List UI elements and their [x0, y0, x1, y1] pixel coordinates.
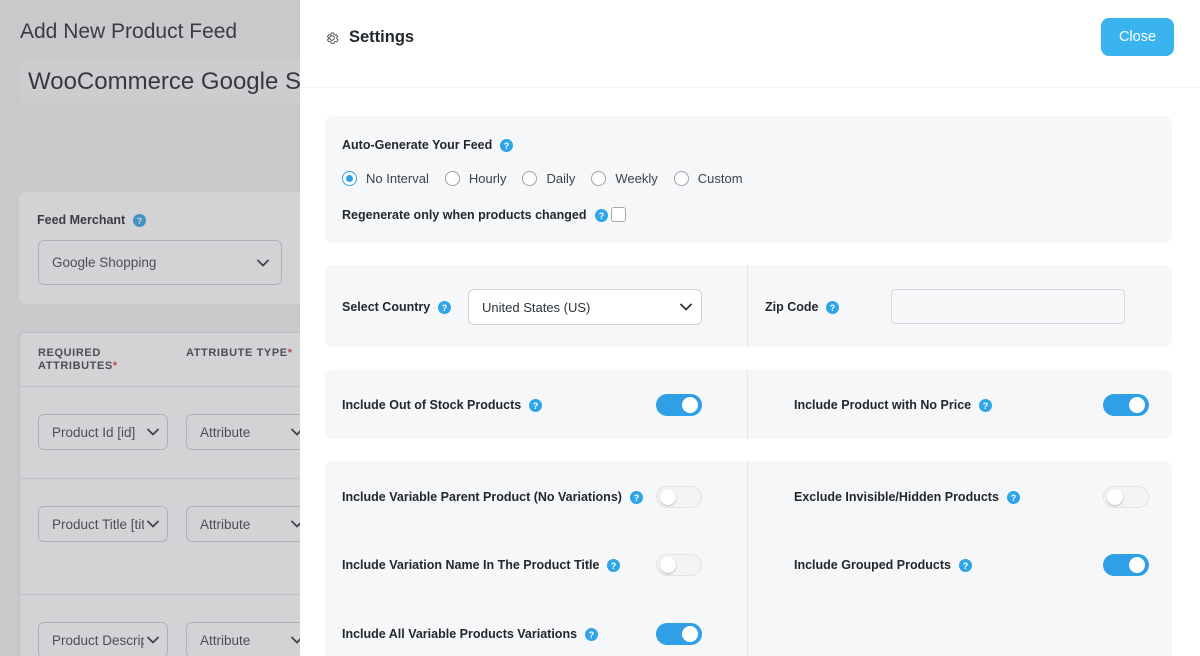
drawer-title: Settings: [324, 28, 414, 47]
exclude-hidden-toggle[interactable]: [1103, 486, 1149, 508]
label-text: Include Variation Name In The Product Ti…: [342, 558, 600, 572]
out-of-stock-toggle[interactable]: [656, 394, 702, 416]
toggle-knob: [1129, 557, 1145, 573]
label-text: Include All Variable Products Variations: [342, 627, 578, 641]
label-text: Include Variable Parent Product (No Vari…: [342, 490, 622, 504]
out-of-stock-label: Include Out of Stock Products ?: [342, 398, 543, 412]
no-price-toggle[interactable]: [1103, 394, 1149, 416]
divider: [747, 461, 748, 656]
label-text: Include Out of Stock Products: [342, 398, 522, 412]
variable-parent-label: Include Variable Parent Product (No Vari…: [342, 490, 643, 504]
svg-text:?: ?: [983, 401, 989, 410]
radio-weekly[interactable]: Weekly: [591, 171, 658, 186]
zip-code-label: Zip Code ?: [765, 300, 840, 314]
svg-text:?: ?: [504, 141, 510, 150]
label-text: Include Grouped Products: [794, 558, 951, 572]
variation-name-toggle[interactable]: [656, 554, 702, 576]
svg-text:?: ?: [634, 493, 640, 502]
label-text: Include Product with No Price: [794, 398, 972, 412]
radio-button[interactable]: [342, 171, 357, 186]
divider: [747, 265, 748, 347]
drawer-header: Settings Close: [300, 0, 1200, 88]
radio-label: Custom: [697, 171, 743, 186]
radio-label: Weekly: [615, 171, 658, 186]
svg-text:?: ?: [830, 303, 836, 312]
grouped-products-label: Include Grouped Products ?: [794, 558, 972, 572]
help-icon[interactable]: ?: [594, 208, 608, 222]
close-button[interactable]: Close: [1101, 18, 1174, 56]
regenerate-checkbox[interactable]: [611, 207, 626, 222]
radio-label: Hourly: [468, 171, 507, 186]
country-card: Select Country ? United States (US) Zip …: [325, 265, 1172, 347]
help-icon[interactable]: ?: [629, 490, 643, 504]
divider: [747, 370, 748, 439]
radio-label: No Interval: [366, 171, 429, 186]
radio-custom[interactable]: Custom: [673, 171, 743, 186]
interval-radio-group: No Interval Hourly Daily Weekly Custom: [342, 171, 759, 186]
auto-generate-label: Auto-Generate Your Feed ?: [342, 138, 514, 152]
svg-text:?: ?: [533, 401, 539, 410]
radio-no-interval[interactable]: No Interval: [342, 171, 429, 186]
radio-daily[interactable]: Daily: [522, 171, 575, 186]
radio-button[interactable]: [444, 171, 460, 186]
select-country-label: Select Country ?: [342, 300, 452, 314]
help-icon[interactable]: ?: [979, 398, 993, 412]
label-text: Auto-Generate Your Feed: [342, 138, 493, 152]
modal-backdrop[interactable]: [0, 0, 300, 656]
chevron-down-icon: [680, 303, 692, 311]
help-icon[interactable]: ?: [529, 398, 543, 412]
svg-text:?: ?: [442, 303, 448, 312]
toggle-knob: [660, 557, 676, 573]
no-price-label: Include Product with No Price ?: [794, 398, 993, 412]
radio-button[interactable]: [591, 171, 607, 186]
radio-button[interactable]: [673, 171, 689, 186]
settings-drawer: Settings Close Auto-Generate Your Feed ?…: [300, 0, 1200, 656]
svg-text:?: ?: [598, 211, 604, 220]
zip-code-input[interactable]: [891, 289, 1125, 324]
drawer-title-text: Settings: [349, 28, 415, 46]
exclude-hidden-label: Exclude Invisible/Hidden Products ?: [794, 490, 1020, 504]
radio-label: Daily: [546, 171, 576, 186]
svg-text:?: ?: [611, 561, 617, 570]
label-text: Zip Code: [765, 300, 819, 314]
variable-parent-toggle[interactable]: [656, 486, 702, 508]
svg-text:?: ?: [1011, 493, 1017, 502]
all-variations-label: Include All Variable Products Variations…: [342, 627, 599, 641]
auto-generate-card: Auto-Generate Your Feed ? No Interval Ho…: [325, 116, 1172, 243]
toggle-knob: [660, 489, 676, 505]
label-text: Exclude Invisible/Hidden Products: [794, 490, 999, 504]
label-text: Regenerate only when products changed: [342, 208, 587, 222]
all-variations-toggle[interactable]: [656, 623, 702, 645]
gear-icon: [326, 32, 339, 44]
stock-price-card: Include Out of Stock Products ? Include …: [325, 370, 1172, 439]
help-icon[interactable]: ?: [500, 138, 514, 152]
country-value: United States (US): [482, 299, 591, 315]
regenerate-label: Regenerate only when products changed ?: [342, 208, 608, 222]
variations-card: Include Variable Parent Product (No Vari…: [325, 461, 1172, 656]
toggle-knob: [1107, 489, 1123, 505]
help-icon[interactable]: ?: [607, 558, 621, 572]
help-icon[interactable]: ?: [438, 300, 452, 314]
toggle-knob: [1129, 397, 1145, 413]
svg-text:?: ?: [589, 630, 595, 639]
radio-button[interactable]: [522, 171, 538, 186]
help-icon[interactable]: ?: [585, 627, 599, 641]
help-icon[interactable]: ?: [958, 558, 972, 572]
variation-name-label: Include Variation Name In The Product Ti…: [342, 558, 621, 572]
grouped-products-toggle[interactable]: [1103, 554, 1149, 576]
toggle-knob: [682, 397, 698, 413]
country-select[interactable]: United States (US): [468, 289, 702, 325]
label-text: Select Country: [342, 300, 431, 314]
radio-hourly[interactable]: Hourly: [444, 171, 507, 186]
toggle-knob: [682, 626, 698, 642]
svg-text:?: ?: [963, 561, 969, 570]
help-icon[interactable]: ?: [826, 300, 840, 314]
help-icon[interactable]: ?: [1006, 490, 1020, 504]
